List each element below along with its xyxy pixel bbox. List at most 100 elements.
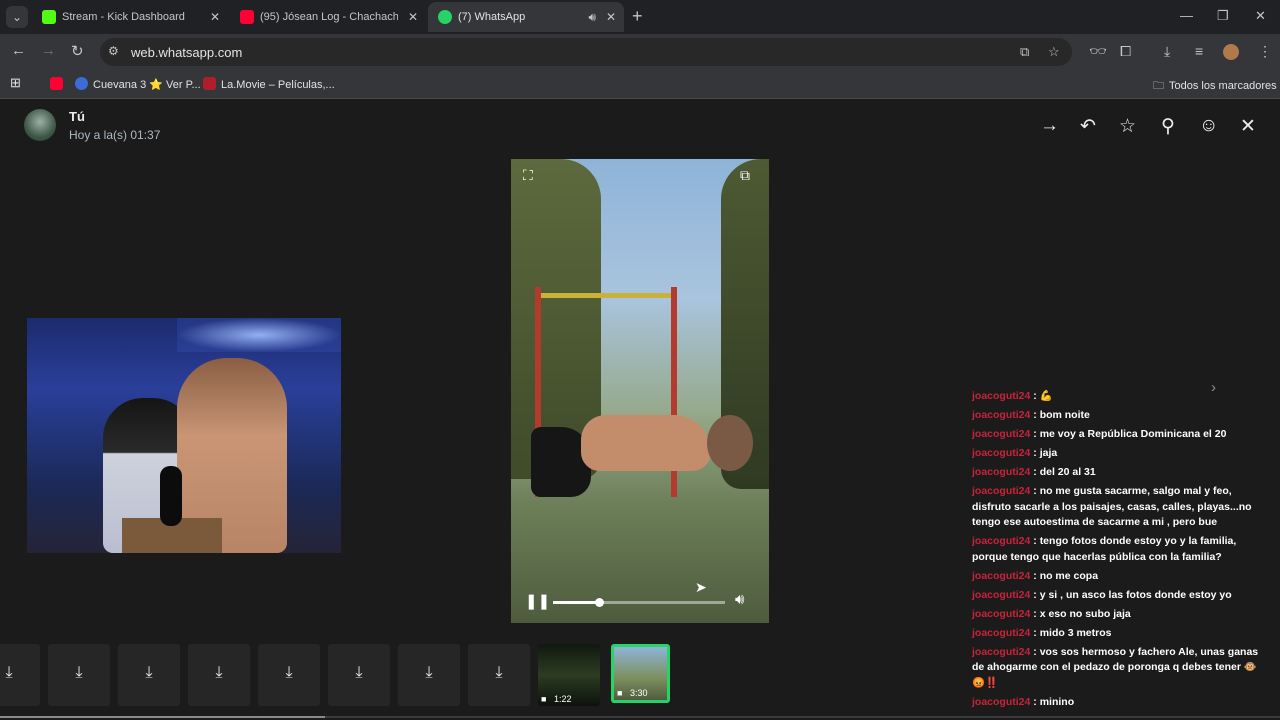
- tab-whatsapp[interactable]: (7) WhatsApp 🔊︎ ✕: [428, 2, 624, 32]
- avatar[interactable]: [24, 109, 56, 141]
- chat-text: : bom noite: [1030, 409, 1090, 421]
- chat-text: : jaja: [1030, 447, 1058, 459]
- video-progress-knob[interactable]: [595, 598, 605, 607]
- chat-message: joacoguti24 : 💪: [972, 389, 1264, 405]
- chat-username[interactable]: joacoguti24: [972, 570, 1030, 582]
- bookmark-youtube[interactable]: [50, 77, 68, 91]
- extensions-icon[interactable]: ⧠: [1120, 43, 1131, 60]
- chat-text: : mido 3 metros: [1030, 626, 1112, 639]
- bookmark-lamovie[interactable]: La.Movie – Películas,...: [203, 77, 335, 91]
- media-thumbnail-strip: ■ 1:22 ■ 3:30 ⤓ ⤓ ⤓ ⤓ ⤓ ⤓ ⤓ ⤓: [0, 642, 1280, 720]
- download-thumbnail[interactable]: ⤓: [258, 644, 320, 706]
- chat-username[interactable]: joacoguti24: [972, 466, 1030, 478]
- bookmark-star-icon[interactable]: ☆: [1048, 44, 1060, 60]
- chat-username[interactable]: joacoguti24: [972, 390, 1030, 402]
- download-icon[interactable]: ⤓: [48, 664, 110, 682]
- tab-youtube[interactable]: (95) Jósean Log - Chachachá (Le ✕: [230, 2, 426, 32]
- download-icon[interactable]: ⤓: [188, 664, 250, 682]
- strip-scrollbar-thumb[interactable]: [0, 716, 325, 718]
- video-frame-pullup-bar: [537, 293, 675, 298]
- video-progress-bar[interactable]: [553, 598, 725, 607]
- download-thumbnail[interactable]: ⤓: [48, 644, 110, 706]
- pin-icon[interactable]: ⚲: [1161, 115, 1175, 138]
- video-frame-head: [707, 415, 753, 471]
- forward-icon[interactable]: →: [1040, 115, 1059, 137]
- apps-grid-icon[interactable]: ⊞: [10, 75, 21, 91]
- tab-kick[interactable]: Stream - Kick Dashboard ✕: [32, 2, 228, 32]
- reload-icon[interactable]: ↻: [71, 42, 84, 60]
- chat-username[interactable]: joacoguti24: [972, 627, 1030, 639]
- bookmarks-bar: ⊞ Cuevana 3 ⭐ Ver P... La.Movie – Pelícu…: [0, 70, 1280, 99]
- download-thumbnail[interactable]: ⤓: [328, 644, 390, 706]
- download-icon[interactable]: ⤓: [398, 664, 460, 682]
- extension-glasses-icon[interactable]: 👓︎: [1089, 43, 1107, 60]
- chat-message: joacoguti24 : del 20 al 31: [972, 465, 1264, 481]
- picture-in-picture-icon[interactable]: ⧉: [740, 167, 750, 184]
- pause-icon[interactable]: ❚❚: [525, 592, 550, 610]
- forward-nav-icon[interactable]: →: [41, 42, 56, 59]
- download-thumbnail[interactable]: ⤓: [0, 644, 40, 706]
- install-app-icon[interactable]: ⧉: [1020, 44, 1029, 60]
- new-tab-button[interactable]: +: [632, 6, 643, 26]
- tab-strip: ⌄ Stream - Kick Dashboard ✕ (95) Jósean …: [0, 0, 1280, 34]
- minimize-icon[interactable]: —: [1180, 8, 1193, 23]
- video-thumbnail[interactable]: ■ 1:22: [538, 644, 600, 706]
- download-thumbnail[interactable]: ⤓: [468, 644, 530, 706]
- chat-message: joacoguti24 : y si , un asco las fotos d…: [972, 588, 1264, 604]
- chat-username[interactable]: joacoguti24: [972, 409, 1030, 421]
- tab-search-button[interactable]: ⌄: [6, 6, 28, 28]
- speaker-icon[interactable]: 🔊︎: [588, 2, 596, 32]
- tab-title: (95) Jósean Log - Chachachá (Le: [260, 11, 398, 23]
- chat-message: joacoguti24 : no me copa: [972, 569, 1264, 585]
- volume-icon[interactable]: 🔊︎: [735, 591, 744, 608]
- led-lights: [177, 318, 341, 352]
- maximize-icon[interactable]: ❐: [1217, 8, 1229, 24]
- chat-username[interactable]: joacoguti24: [972, 485, 1030, 497]
- close-icon[interactable]: ✕: [1240, 115, 1256, 138]
- chat-username[interactable]: joacoguti24: [972, 608, 1030, 620]
- download-icon[interactable]: ⤓: [118, 664, 180, 682]
- menu-icon[interactable]: ⋮: [1258, 43, 1272, 60]
- bookmark-cuevana[interactable]: Cuevana 3 ⭐ Ver P...: [75, 77, 201, 91]
- back-icon[interactable]: ←: [11, 42, 26, 59]
- chat-message: joacoguti24 : no me gusta sacarme, salgo…: [972, 484, 1264, 531]
- profile-avatar[interactable]: [1223, 44, 1239, 60]
- reply-icon[interactable]: ↶: [1080, 115, 1096, 138]
- chat-text: : 💪: [1030, 390, 1053, 402]
- chat-message: joacoguti24 : tengo fotos donde estoy yo…: [972, 534, 1264, 565]
- video-player[interactable]: ⛶ ⧉ ❚❚ 🔊︎: [511, 159, 769, 623]
- close-tab-icon[interactable]: ✕: [606, 2, 616, 32]
- downloads-icon[interactable]: ⤓: [1164, 43, 1170, 60]
- site-info-icon[interactable]: ⚙: [108, 44, 119, 58]
- chat-username[interactable]: joacoguti24: [972, 428, 1030, 440]
- microphone: [160, 466, 182, 526]
- address-bar[interactable]: ⚙ web.whatsapp.com ⧉ ☆: [100, 38, 1072, 66]
- download-icon[interactable]: ⤓: [258, 664, 320, 682]
- all-bookmarks[interactable]: 🗀︎ Todos los marcadores: [1153, 77, 1277, 96]
- download-thumbnail[interactable]: ⤓: [118, 644, 180, 706]
- chat-text: : x eso no subo jaja: [1030, 607, 1131, 620]
- youtube-icon: [50, 77, 63, 90]
- video-thumbnail-selected[interactable]: ■ 3:30: [611, 644, 670, 703]
- download-thumbnail[interactable]: ⤓: [398, 644, 460, 706]
- bookmark-label: Cuevana 3 ⭐ Ver P...: [93, 79, 201, 91]
- chat-username[interactable]: joacoguti24: [972, 535, 1030, 547]
- emoji-icon[interactable]: ☺: [1199, 115, 1218, 137]
- download-thumbnail[interactable]: ⤓: [188, 644, 250, 706]
- download-icon[interactable]: ⤓: [468, 664, 530, 682]
- chat-username[interactable]: joacoguti24: [972, 447, 1030, 459]
- download-icon[interactable]: ⤓: [328, 664, 390, 682]
- close-tab-icon[interactable]: ✕: [408, 2, 418, 32]
- star-icon[interactable]: ☆: [1119, 115, 1136, 138]
- media-control-icon[interactable]: ≡: [1195, 43, 1203, 59]
- close-tab-icon[interactable]: ✕: [210, 2, 220, 32]
- tab-title: Stream - Kick Dashboard: [62, 11, 185, 23]
- chat-message: joacoguti24 : me voy a República Dominic…: [972, 427, 1264, 443]
- chat-username[interactable]: joacoguti24: [972, 589, 1030, 601]
- all-bookmarks-label: Todos los marcadores: [1169, 80, 1277, 92]
- window-close-icon[interactable]: ✕: [1255, 8, 1266, 24]
- fullscreen-icon[interactable]: ⛶: [523, 167, 533, 184]
- chat-message: joacoguti24 : jaja: [972, 446, 1264, 462]
- download-icon[interactable]: ⤓: [0, 664, 40, 682]
- chat-message: joacoguti24 : mido 3 metros: [972, 626, 1264, 642]
